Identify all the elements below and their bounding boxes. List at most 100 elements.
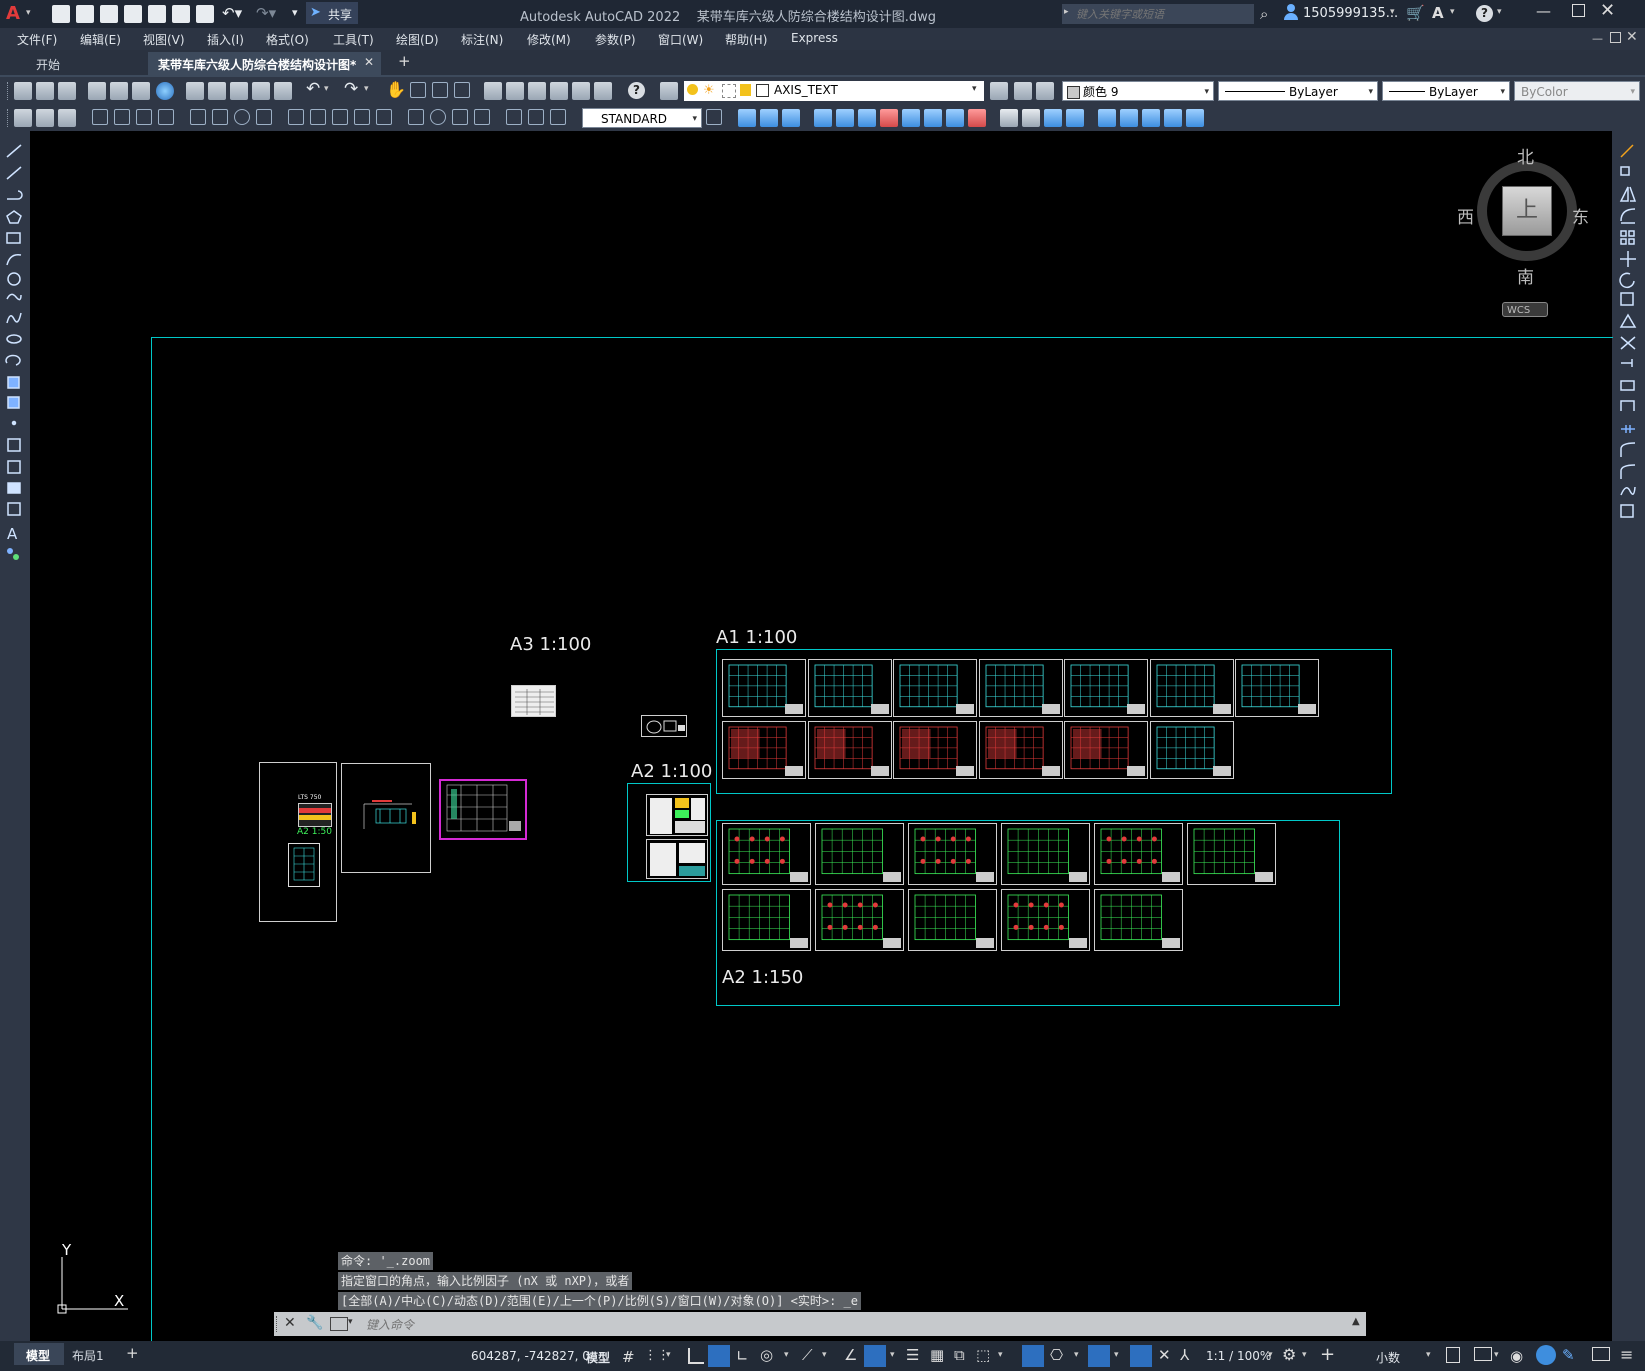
extend-icon[interactable] xyxy=(1621,359,1633,367)
menu-window[interactable]: 窗口(W) xyxy=(658,31,703,48)
menu-help[interactable]: 帮助(H) xyxy=(725,31,767,48)
match-properties-icon[interactable] xyxy=(274,82,292,100)
zoom-window-icon[interactable] xyxy=(432,82,448,98)
quick-dim-icon[interactable] xyxy=(288,109,304,125)
isodraft-chevron-icon[interactable]: ▾ xyxy=(822,1350,827,1360)
polyline-icon[interactable] xyxy=(7,190,23,200)
layer-walk-icon[interactable] xyxy=(58,109,76,127)
dim-space-icon[interactable] xyxy=(354,109,370,125)
diameter-dim-icon[interactable] xyxy=(234,109,250,125)
sheet-detail-small[interactable] xyxy=(641,715,687,737)
copy-object-icon[interactable] xyxy=(1620,166,1630,176)
annotation-scale-icon[interactable]: ⅄ xyxy=(1180,1346,1189,1364)
scale-icon[interactable] xyxy=(1620,292,1634,306)
frame-a2-1-100[interactable] xyxy=(627,783,711,882)
jogged-dim-icon[interactable] xyxy=(212,109,228,125)
break-at-point-icon[interactable] xyxy=(1620,380,1635,391)
tab-model[interactable]: 模型 xyxy=(14,1343,64,1365)
arc-icon[interactable] xyxy=(6,253,22,266)
redo-toolbar-icon[interactable]: ↷ xyxy=(344,79,358,99)
scale-chevron-icon[interactable]: ▾ xyxy=(1268,1350,1273,1360)
ortho-icon[interactable]: ∟ xyxy=(736,1347,749,1365)
model-space-toggle[interactable]: 模型 xyxy=(586,1349,610,1366)
drawing-sheet-thumbnail[interactable] xyxy=(893,659,977,717)
lock-ui-chevron-icon[interactable]: ▾ xyxy=(1494,1350,1499,1360)
drawing-sheet-thumbnail[interactable] xyxy=(1235,659,1319,717)
inspection-icon[interactable] xyxy=(452,109,468,125)
plotstyle-dropdown[interactable]: ByColor ▾ xyxy=(1514,81,1640,101)
insert-block-icon[interactable] xyxy=(7,376,20,389)
clean-screen-icon[interactable] xyxy=(1592,1347,1610,1361)
save-as-icon[interactable] xyxy=(124,5,142,23)
ellipse-arc-icon[interactable] xyxy=(5,354,21,366)
drawing-sheet-thumbnail[interactable] xyxy=(1094,889,1183,951)
drawing-sheet-thumbnail[interactable] xyxy=(1187,823,1276,885)
preview-icon[interactable] xyxy=(110,82,128,100)
new-tab-button[interactable]: + xyxy=(398,52,411,70)
drawing-sheet-thumbnail[interactable] xyxy=(1149,721,1234,779)
erase-icon[interactable] xyxy=(1620,144,1634,158)
circle-icon[interactable] xyxy=(7,272,21,286)
tab-drawing[interactable]: 某带车库六级人防综合楼结构设计图* ✕ xyxy=(148,52,381,75)
clean-screen-paint-icon[interactable]: ✎ xyxy=(1562,1346,1575,1364)
properties-icon[interactable] xyxy=(484,82,502,100)
3d-osnap-icon[interactable]: ⬚ xyxy=(976,1346,990,1364)
revision-cloud-icon[interactable] xyxy=(6,293,22,301)
doc-restore-icon[interactable] xyxy=(1610,32,1621,43)
array-icon[interactable] xyxy=(1628,238,1635,245)
viewcube-top-face[interactable]: 上 xyxy=(1502,186,1552,236)
copy-edges-icon[interactable] xyxy=(1000,109,1018,127)
selection-cycling-icon[interactable]: ⧉ xyxy=(954,1346,965,1364)
polar-chevron-icon[interactable]: ▾ xyxy=(784,1350,789,1360)
command-grip[interactable] xyxy=(276,1316,281,1332)
break-icon[interactable] xyxy=(1620,400,1635,411)
selection-filter-icon[interactable]: ⎔ xyxy=(1050,1346,1063,1364)
drawing-sheet-thumbnail[interactable] xyxy=(1064,659,1148,717)
rotate-faces-icon[interactable] xyxy=(902,109,920,127)
undo-icon[interactable]: ↶▾ xyxy=(222,4,242,22)
lineweight-display-icon[interactable]: ☰ xyxy=(906,1346,919,1364)
drawing-sheet-thumbnail[interactable] xyxy=(807,721,892,779)
open-file-icon[interactable] xyxy=(76,5,94,23)
annotation-visibility-icon[interactable] xyxy=(1130,1345,1152,1367)
move-icon[interactable] xyxy=(1620,251,1636,267)
command-close-icon[interactable]: ✕ xyxy=(284,1315,296,1331)
drawing-sheet-thumbnail[interactable] xyxy=(1001,889,1090,951)
dynamic-ucs-icon[interactable] xyxy=(1022,1345,1044,1367)
menu-dimension[interactable]: 标注(N) xyxy=(461,31,503,48)
drawing-sheet-thumbnail[interactable] xyxy=(722,721,806,779)
chamfer-icon[interactable] xyxy=(1620,442,1636,457)
globe-icon[interactable] xyxy=(156,82,174,100)
section-icon[interactable] xyxy=(1186,109,1204,127)
drawing-sheet-thumbnail[interactable] xyxy=(815,823,904,885)
aligned-dim-icon[interactable] xyxy=(114,109,130,125)
color-faces-icon[interactable] xyxy=(968,109,986,127)
dim-text-edit-icon[interactable] xyxy=(528,109,544,125)
layer-dropdown[interactable]: ☀ AXIS_TEXT ▾ xyxy=(684,81,984,101)
plot-toolbar-icon[interactable] xyxy=(88,82,106,100)
sheet-a3[interactable] xyxy=(511,685,556,717)
workspace-gear-icon[interactable]: ⚙ xyxy=(1282,1345,1296,1364)
slice-icon[interactable] xyxy=(1164,109,1182,127)
3d-osnap-chevron-icon[interactable]: ▾ xyxy=(998,1350,1003,1360)
coordinates-readout[interactable]: 604287, -742827, 0 xyxy=(471,1349,590,1363)
menu-insert[interactable]: 插入(I) xyxy=(207,31,244,48)
check-icon[interactable] xyxy=(1142,109,1160,127)
menu-draw[interactable]: 绘图(D) xyxy=(396,31,439,48)
dim-style-dropdown[interactable]: STANDARD ▾ xyxy=(582,108,702,128)
help-chevron-icon[interactable]: ▾ xyxy=(1497,7,1502,17)
center-mark-icon[interactable] xyxy=(430,109,446,125)
spline-icon[interactable] xyxy=(6,312,22,324)
lineweight-dropdown[interactable]: ByLayer ▾ xyxy=(1382,81,1510,101)
undo-list-icon[interactable]: ▾ xyxy=(324,84,329,94)
multiline-text-icon[interactable]: A xyxy=(7,525,18,543)
menu-express[interactable]: Express xyxy=(791,31,838,45)
jogged-linear-icon[interactable] xyxy=(474,109,490,125)
workspace-chevron-icon[interactable]: ▾ xyxy=(1302,1350,1307,1360)
help-toolbar-icon[interactable]: ? xyxy=(628,82,645,99)
tool-palettes-icon[interactable] xyxy=(528,82,546,100)
menu-view[interactable]: 视图(V) xyxy=(143,31,185,48)
sheet-set-icon[interactable] xyxy=(550,82,568,100)
stretch-icon[interactable] xyxy=(1619,313,1637,328)
app-chevron-icon[interactable]: ▾ xyxy=(1450,7,1455,17)
